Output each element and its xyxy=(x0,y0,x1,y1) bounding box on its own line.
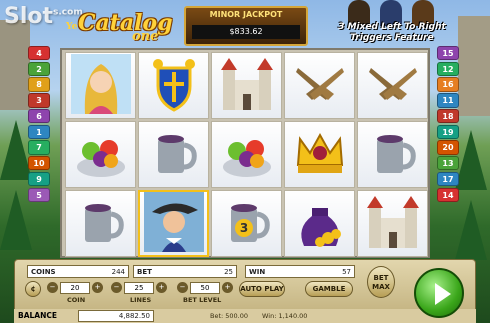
mug-icon xyxy=(144,123,204,187)
payline-number-right: 12 xyxy=(437,61,459,77)
reel-cell xyxy=(357,190,428,257)
pine-tree xyxy=(455,200,487,260)
castle-icon xyxy=(363,192,423,256)
balance-value: 4,882.50 xyxy=(78,310,154,322)
win-display: WIN 57 xyxy=(245,265,355,278)
bet-level-label: BET LEVEL xyxy=(183,296,222,304)
payline-number-right: 13 xyxy=(437,156,459,171)
coat-of-arms-icon xyxy=(144,54,204,118)
lines-value: 25 xyxy=(124,282,154,294)
svg-text:3: 3 xyxy=(239,221,247,235)
balance-label: BALANCE xyxy=(18,311,58,320)
total-bet-text: Bet: 500.00 xyxy=(210,312,249,320)
payline-number-left: 1 xyxy=(28,124,50,139)
pistols-icon xyxy=(290,54,350,118)
pistols-icon xyxy=(363,54,423,118)
coin-decrease-button[interactable]: − xyxy=(47,282,58,293)
payline-number-right: 15 xyxy=(437,46,459,61)
payline-number-right: 14 xyxy=(437,187,459,202)
payline-number-left: 2 xyxy=(28,61,50,77)
payline-number-left: 10 xyxy=(28,156,50,171)
payline-number-left: 8 xyxy=(28,77,50,92)
payline-number-left: 7 xyxy=(28,140,50,155)
lines-increase-button[interactable]: + xyxy=(156,282,167,293)
bet-display: BET 25 xyxy=(133,265,237,278)
payline-number-right: 17 xyxy=(437,171,459,187)
payline-number-left: 4 xyxy=(28,46,50,61)
lines-decrease-button[interactable]: − xyxy=(111,282,122,293)
reel-cell: 3 xyxy=(211,190,282,257)
bet-level-value: 50 xyxy=(190,282,220,294)
jackpot-value: $833.62 xyxy=(192,25,300,39)
bet-max-button[interactable]: BET MAX xyxy=(367,266,395,298)
game-logo: Ye Catalog one xyxy=(62,4,173,46)
reel-cell xyxy=(138,190,209,257)
coin-increase-button[interactable]: + xyxy=(92,282,103,293)
lines-label: LINES xyxy=(130,296,152,304)
feature-banner: 3 Mixed Left To Right Triggers Feature xyxy=(338,22,446,43)
payline-number-left: 6 xyxy=(28,108,50,124)
reel-cell xyxy=(284,190,355,257)
mug-icon xyxy=(363,123,423,187)
castle-tower-right xyxy=(458,16,490,116)
jackpot-title: MINOR JACKPOT xyxy=(209,10,283,19)
reel-cell xyxy=(138,52,209,119)
bet-level-decrease-button[interactable]: − xyxy=(177,282,188,293)
coin-value: 20 xyxy=(60,282,90,294)
fruit-bowl-icon xyxy=(71,123,131,187)
mug-3-icon: 3 xyxy=(217,192,277,256)
reel-cell xyxy=(211,52,282,119)
payline-number-right: 20 xyxy=(437,140,459,155)
payline-number-right: 18 xyxy=(437,108,459,124)
autoplay-button[interactable]: AUTO PLAY xyxy=(239,281,285,297)
princess-icon xyxy=(70,53,131,118)
payline-number-right: 16 xyxy=(437,77,459,92)
reel-cell xyxy=(284,52,355,119)
payline-number-right: 19 xyxy=(437,124,459,139)
bet-level-increase-button[interactable]: + xyxy=(222,282,233,293)
spin-button[interactable] xyxy=(414,268,464,318)
reel-cell xyxy=(357,52,428,119)
mug-icon xyxy=(71,192,131,256)
reel-cell xyxy=(65,190,136,257)
reel-cell xyxy=(284,121,355,188)
payline-indicators-left: 4 2 8 3 6 1 7 10 9 5 xyxy=(28,46,50,203)
reel-cell xyxy=(65,121,136,188)
logo-suffix: one xyxy=(132,29,159,44)
coin-label: COIN xyxy=(67,296,86,304)
castle-tower-left xyxy=(0,20,30,110)
pine-tree xyxy=(455,130,487,190)
reel-grid: 3 xyxy=(60,48,430,258)
payline-number-left: 5 xyxy=(28,187,50,202)
balance-bar: BALANCE 4,882.50 Bet: 500.00 Win: 1,140.… xyxy=(14,309,476,323)
logo-prefix: Ye xyxy=(66,22,78,32)
reel-cell xyxy=(357,121,428,188)
crown-icon xyxy=(290,123,350,187)
castle-icon xyxy=(217,54,277,118)
fruit-bowl-icon xyxy=(217,123,277,187)
coins-display: COINS 244 xyxy=(27,265,129,278)
total-win-text: Win: 1,140.00 xyxy=(262,312,308,320)
payline-indicators-right: 15 12 16 11 18 19 20 13 17 14 xyxy=(437,46,459,203)
coin-stack-icon[interactable]: ¢ xyxy=(25,281,41,297)
musketeer-icon xyxy=(143,191,204,256)
reel-cell xyxy=(138,121,209,188)
logo-title: Catalog xyxy=(78,10,173,36)
reel-cell xyxy=(211,121,282,188)
payline-number-left: 3 xyxy=(28,93,50,108)
gold-bag-icon xyxy=(290,192,350,256)
payline-number-right: 11 xyxy=(437,93,459,108)
reel-cell xyxy=(65,52,136,119)
gamble-button[interactable]: GAMBLE xyxy=(305,281,353,297)
payline-number-left: 9 xyxy=(28,171,50,187)
minor-jackpot-panel: MINOR JACKPOT $833.62 xyxy=(184,6,308,46)
